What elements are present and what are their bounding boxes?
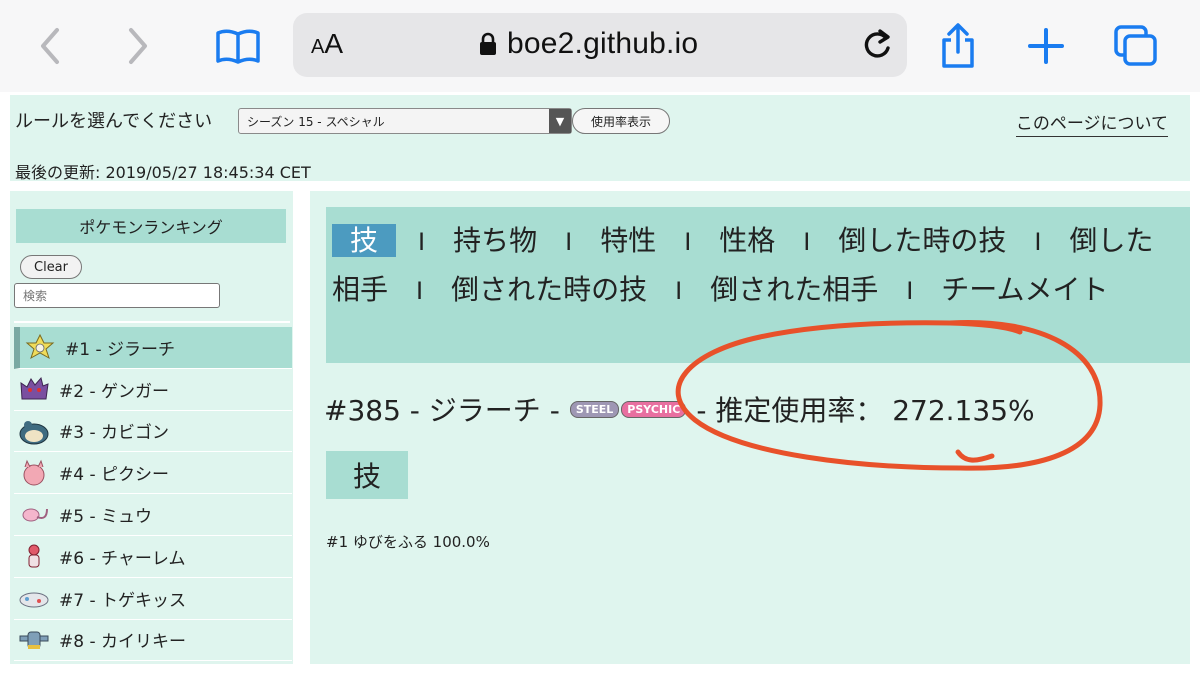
- ranking-item[interactable]: #1 - ジラーチ: [14, 327, 292, 369]
- rule-label: ルールを選んでください: [15, 111, 213, 132]
- tab-teammates[interactable]: チームメイト: [935, 273, 1114, 306]
- ranking-item[interactable]: #4 - ピクシー: [14, 452, 292, 495]
- lock-icon: [480, 32, 496, 55]
- ranking-item-label: #6 - チャーレム: [59, 548, 186, 569]
- new-tab-button[interactable]: [1022, 22, 1070, 70]
- ranking-item[interactable]: #3 - カビゴン: [14, 411, 292, 453]
- pokemon-ranking-sidebar: ポケモンランキング Clear #1 - ジラーチ #2 - ゲンガー #3 -…: [10, 191, 293, 664]
- tab-separator: I: [418, 228, 426, 256]
- tab-separator: I: [416, 277, 424, 305]
- moves-section-title: 技: [326, 451, 408, 499]
- ranking-title: ポケモンランキング: [16, 209, 286, 243]
- divider: [14, 321, 290, 323]
- tab-separator: I: [1034, 228, 1042, 256]
- move-entry: #1 ゆびをふる 100.0%: [326, 533, 490, 551]
- reader-options-button[interactable]: AA: [311, 28, 343, 60]
- share-button[interactable]: [934, 22, 982, 70]
- rule-header: ルールを選んでください シーズン 15 - スペシャル ▼ 使用率表示 このペー…: [10, 95, 1190, 182]
- tab-separator: I: [906, 277, 914, 305]
- ranking-item-label: #2 - ゲンガー: [59, 381, 170, 402]
- tab-separator: I: [684, 228, 692, 256]
- ranking-item[interactable]: #6 - チャーレム: [14, 536, 292, 578]
- tab-natures[interactable]: 性格: [713, 224, 781, 257]
- ranking-item-label: #5 - ミュウ: [59, 507, 153, 528]
- ranking-item[interactable]: #7 - トゲキッス: [14, 578, 292, 620]
- chevron-right-icon: [129, 28, 147, 64]
- bookmarks-button[interactable]: [214, 22, 262, 70]
- pokemon-headline: #385 - ジラーチ - STEEL PSYCHIC - 推定使用率： 272…: [324, 389, 1035, 429]
- tab-separator: I: [675, 277, 683, 305]
- ranking-list: #1 - ジラーチ #2 - ゲンガー #3 - カビゴン #4 - ピクシー …: [14, 327, 292, 662]
- about-page-link[interactable]: このページについて: [1015, 109, 1168, 137]
- back-button[interactable]: [26, 22, 74, 70]
- ranking-item-label: #8 - カイリキー: [59, 632, 187, 653]
- text-size-large-label: A: [324, 28, 344, 59]
- pokemon-name: #385 - ジラーチ -: [324, 394, 560, 427]
- reload-button[interactable]: [861, 28, 893, 66]
- tab-separator: I: [565, 228, 573, 256]
- ranking-item-label: #7 - トゲキッス: [59, 590, 187, 611]
- web-page: ルールを選んでください シーズン 15 - スペシャル ▼ 使用率表示 このペー…: [0, 92, 1200, 675]
- chevron-left-icon: [41, 28, 59, 64]
- usage-display-button[interactable]: 使用率表示: [572, 108, 670, 134]
- snorlax-sprite-icon: [19, 420, 49, 445]
- togekiss-sprite-icon: [19, 592, 49, 608]
- tab-abilities[interactable]: 特性: [594, 224, 662, 257]
- search-input[interactable]: [14, 283, 220, 308]
- clefable-sprite-icon: [23, 459, 45, 486]
- jirachi-sprite-icon: [25, 334, 55, 360]
- tabs-icon: [1114, 25, 1157, 66]
- ranking-item-label: #3 - カビゴン: [59, 423, 170, 444]
- ranking-item[interactable]: #2 - ゲンガー: [14, 369, 292, 411]
- tab-fainted-moves[interactable]: 倒された時の技: [445, 273, 653, 306]
- ranking-item[interactable]: #5 - ミュウ: [14, 494, 292, 536]
- tab-moves[interactable]: 技: [332, 224, 397, 257]
- type-badge-psychic: PSYCHIC: [621, 400, 687, 418]
- book-icon: [216, 29, 260, 64]
- rule-select-value: シーズン 15 - スペシャル: [247, 115, 385, 129]
- detail-tabs: 技 I 持ち物 I 特性 I 性格 I 倒した時の技 I 倒した相手 I 倒された時の技 I 倒された相手 I…: [326, 207, 1190, 363]
- address-bar[interactable]: AA boe2.github.io: [293, 13, 907, 77]
- ranking-item-label: #1 - ジラーチ: [65, 339, 176, 360]
- pokemon-detail-panel: 技 I 持ち物 I 特性 I 性格 I 倒した時の技 I 倒した相手 I 倒された時の技 I 倒された相手 I…: [310, 191, 1190, 664]
- tab-separator: I: [803, 228, 811, 256]
- usage-rate: - 推定使用率： 272.135%: [696, 394, 1035, 427]
- tab-kos-moves[interactable]: 倒した時の技: [832, 224, 1012, 257]
- reload-icon: [864, 29, 890, 58]
- ranking-item[interactable]: #8 - カイリキー: [14, 620, 292, 662]
- medicham-sprite-icon: [28, 544, 40, 568]
- tabs-overview-button[interactable]: [1112, 22, 1160, 70]
- clear-button[interactable]: Clear: [20, 255, 82, 279]
- forward-button[interactable]: [114, 22, 162, 70]
- rule-select[interactable]: シーズン 15 - スペシャル ▼: [238, 108, 572, 134]
- last-updated: 最後の更新: 2019/05/27 18:45:34 CET: [15, 163, 311, 182]
- text-size-small-label: A: [311, 36, 325, 58]
- dropdown-arrow-icon: ▼: [549, 109, 571, 133]
- tab-items[interactable]: 持ち物: [447, 224, 543, 257]
- machamp-sprite-icon: [19, 631, 49, 649]
- plus-icon: [1028, 28, 1064, 64]
- mew-sprite-icon: [22, 508, 48, 522]
- ranking-item-label: #4 - ピクシー: [59, 465, 170, 486]
- url-text: boe2.github.io: [507, 27, 699, 60]
- tab-fainted-opponents[interactable]: 倒された相手: [704, 273, 884, 306]
- browser-toolbar: AA boe2.github.io: [0, 0, 1200, 92]
- gengar-sprite-icon: [20, 377, 49, 400]
- type-badge-steel: STEEL: [569, 400, 620, 418]
- share-icon: [942, 23, 974, 68]
